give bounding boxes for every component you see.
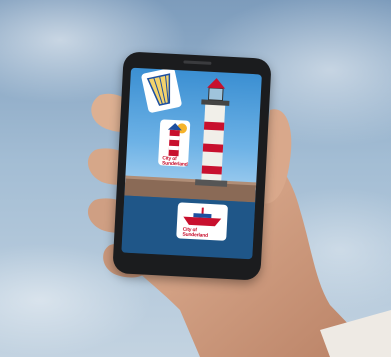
- phone-screen: City of Sunderland City of Sunderland: [121, 67, 262, 260]
- phone-speaker: [183, 60, 212, 65]
- fish-and-chips-sticker: [141, 67, 182, 113]
- photo-scene: City of Sunderland City of Sunderland: [0, 0, 391, 357]
- lighthouse: [195, 78, 230, 187]
- smartphone: City of Sunderland City of Sunderland: [112, 51, 272, 281]
